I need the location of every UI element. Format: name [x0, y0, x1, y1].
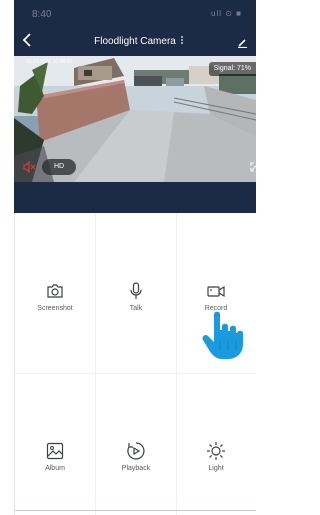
pointing-hand-icon: [202, 311, 243, 359]
playback-button[interactable]: Playback: [96, 441, 176, 501]
pencil-icon: [238, 39, 247, 49]
header-bar: Floodlight Camera: [14, 26, 256, 56]
edit-button[interactable]: [237, 35, 248, 53]
talk-label: Talk: [129, 305, 143, 312]
status-icons: ull ⊙ ■: [211, 9, 242, 18]
light-label: Light: [208, 465, 224, 472]
quality-toggle[interactable]: HD: [42, 159, 76, 175]
playback-label: Playback: [121, 465, 151, 472]
video-footer-band: [14, 182, 256, 213]
microphone-icon: [130, 282, 142, 299]
bottom-divider: [15, 510, 256, 511]
light-button[interactable]: Light: [176, 441, 256, 501]
controls-grid: Screenshot Talk Record Album Playback Li…: [14, 213, 256, 515]
video-camera-icon: [207, 285, 225, 298]
video-timestamp: 11-21-2020 10:48:50: [26, 59, 73, 65]
more-options-icon[interactable]: [180, 35, 184, 47]
screenshot-button[interactable]: Screenshot: [15, 281, 95, 341]
phone-screen: 8:40 ull ⊙ ■ Floodlight Camera 11-21-202…: [14, 0, 256, 515]
playback-icon: [127, 442, 145, 460]
status-bar: 8:40 ull ⊙ ■: [14, 0, 256, 26]
status-time: 8:40: [32, 9, 52, 20]
page-title: Floodlight Camera: [94, 36, 176, 47]
grid-divider: [15, 373, 256, 374]
live-video-feed[interactable]: 11-21-2020 10:48:50 Signal: 71% HD: [14, 56, 256, 182]
album-button[interactable]: Album: [15, 441, 95, 501]
image-icon: [46, 442, 64, 460]
speaker-muted-icon: [23, 160, 36, 174]
signal-strength: Signal: 71%: [208, 62, 256, 76]
album-label: Album: [45, 465, 65, 472]
camera-icon: [47, 284, 63, 298]
sun-icon: [207, 442, 225, 460]
screenshot-label: Screenshot: [37, 305, 73, 312]
mute-button[interactable]: [22, 160, 36, 174]
expand-icon: [250, 162, 256, 172]
talk-button[interactable]: Talk: [96, 281, 176, 341]
